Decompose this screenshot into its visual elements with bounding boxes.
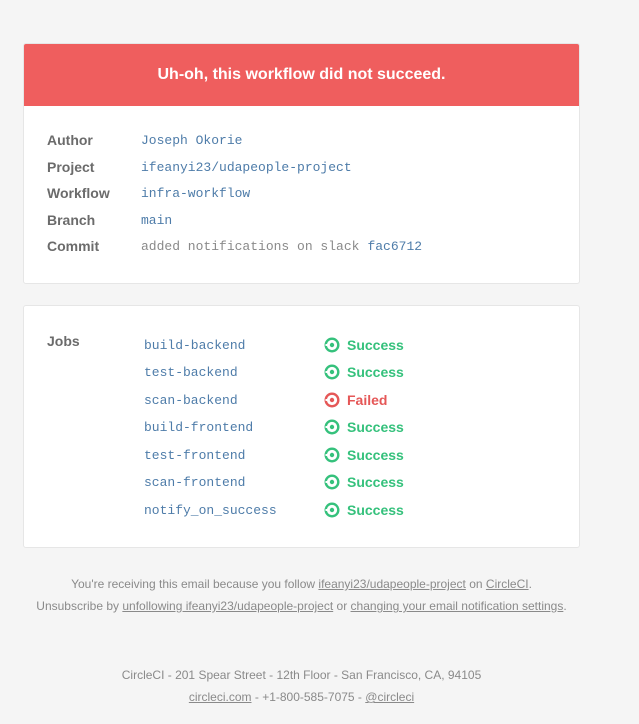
job-row: build-backend Success [144, 335, 404, 355]
check-circle-icon [324, 337, 340, 353]
job-status-label: Success [347, 474, 404, 490]
job-status-label: Failed [347, 392, 388, 408]
workflow-row: Workflow infra-workflow [47, 183, 569, 203]
job-status-label: Success [347, 419, 404, 435]
footer-or-text: or [336, 599, 348, 613]
author-value[interactable]: Joseph Okorie [141, 133, 242, 148]
job-status-label: Success [347, 502, 404, 518]
job-row: scan-backend Failed [144, 390, 387, 410]
job-name-link[interactable]: test-frontend [144, 448, 324, 463]
job-name-link[interactable]: build-backend [144, 338, 324, 353]
footer-address-text: CircleCI - 201 Spear Street - 12th Floor… [121, 668, 482, 682]
project-link[interactable]: ifeanyi23/udapeople-project [141, 160, 352, 175]
failed-circle-icon [324, 392, 340, 408]
job-row: notify_on_success Success [144, 500, 404, 520]
job-name-link[interactable]: test-backend [144, 365, 324, 380]
job-row: test-backend Success [144, 362, 404, 382]
check-circle-icon [324, 474, 340, 490]
footer-unsubscribe-text: Unsubscribe by [36, 599, 120, 613]
branch-link[interactable]: main [141, 213, 172, 228]
job-status-success: Success [324, 474, 404, 490]
footer-period-2: . [563, 599, 567, 613]
job-row: test-frontend Success [144, 445, 404, 465]
branch-row: Branch main [47, 210, 569, 230]
banner-title: Uh-oh, this workflow did not succeed. [157, 66, 446, 83]
commit-message: added notifications on slack [141, 238, 360, 254]
job-status-success: Success [324, 419, 404, 435]
job-status-success: Success [324, 502, 404, 518]
commit-label: Commit [47, 238, 100, 254]
project-row: Project ifeanyi23/udapeople-project [47, 157, 569, 177]
job-name-link[interactable]: scan-frontend [144, 475, 324, 490]
check-circle-icon [324, 419, 340, 435]
project-label: Project [47, 159, 95, 175]
job-name-link[interactable]: notify_on_success [144, 503, 324, 518]
footer-period: . [528, 577, 532, 591]
check-circle-icon [324, 502, 340, 518]
footer-site-link[interactable]: circleci.com [189, 690, 252, 704]
failure-banner: Uh-oh, this workflow did not succeed. [24, 44, 579, 106]
job-status-success: Success [324, 364, 404, 380]
footer-settings-link[interactable]: changing your email notification setting… [351, 599, 564, 613]
footer-twitter-link[interactable]: @circleci [365, 690, 414, 704]
workflow-label: Workflow [47, 185, 110, 201]
footer-unfollow-link[interactable]: unfollowing ifeanyi23/udapeople-project [122, 599, 333, 613]
job-name-link[interactable]: build-frontend [144, 420, 324, 435]
footer-notice: You're receiving this email because you … [23, 573, 580, 617]
footer-circleci-link[interactable]: CircleCI [486, 577, 529, 591]
footer-project-link[interactable]: ifeanyi23/udapeople-project [318, 577, 465, 591]
jobs-label: Jobs [47, 333, 80, 349]
job-row: build-frontend Success [144, 417, 404, 437]
footer-address: CircleCI - 201 Spear Street - 12th Floor… [23, 664, 580, 708]
job-status-label: Success [347, 447, 404, 463]
commit-hash-link[interactable]: fac6712 [367, 239, 422, 254]
footer-reason-text: You're receiving this email because you … [71, 577, 316, 591]
job-name-link[interactable]: scan-backend [144, 393, 324, 408]
job-row: scan-frontend Success [144, 472, 404, 492]
check-circle-icon [324, 364, 340, 380]
check-circle-icon [324, 447, 340, 463]
job-status-success: Success [324, 337, 404, 353]
job-status-label: Success [347, 364, 404, 380]
jobs-card: Jobs build-backend Success test-backend Suc… [23, 305, 580, 548]
author-row: Author Joseph Okorie [47, 130, 569, 150]
workflow-link[interactable]: infra-workflow [141, 186, 250, 201]
commit-row: Commit added notifications on slack fac6… [47, 236, 569, 256]
branch-label: Branch [47, 212, 96, 228]
footer-on-text: on [469, 577, 483, 591]
job-status-label: Success [347, 337, 404, 353]
job-status-success: Success [324, 447, 404, 463]
workflow-summary-card: Uh-oh, this workflow did not succeed. Au… [23, 43, 580, 284]
author-label: Author [47, 132, 93, 148]
footer-phone: - +1-800-585-7075 - [254, 690, 362, 704]
job-status-failed: Failed [324, 392, 387, 408]
